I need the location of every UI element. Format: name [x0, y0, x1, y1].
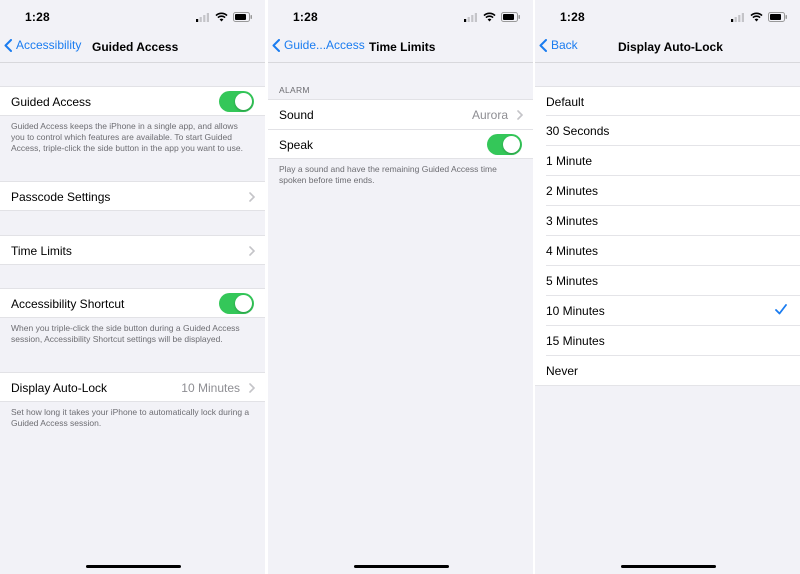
chevron-right-icon [249, 246, 255, 256]
status-bar: 1:28 [535, 0, 800, 30]
passcode-settings-row[interactable]: Passcode Settings [0, 181, 265, 211]
home-indicator [620, 565, 716, 568]
speak-label: Speak [279, 138, 314, 152]
guided-access-screen: 1:28 Accessibility Guided Access Guided … [0, 0, 265, 574]
auto-lock-option-label: 1 Minute [546, 154, 593, 168]
chevron-right-icon [517, 110, 523, 120]
wifi-icon [215, 12, 228, 22]
accessibility-shortcut-row: Accessibility Shortcut [0, 288, 265, 318]
wifi-icon [750, 12, 763, 22]
display-auto-lock-label: Display Auto-Lock [11, 381, 108, 395]
auto-lock-option[interactable]: 10 Minutes [535, 296, 800, 326]
navigation-bar: Accessibility Guided Access [0, 30, 265, 63]
status-bar: 1:28 [0, 0, 265, 30]
signal-icon [731, 12, 744, 22]
status-time: 1:28 [560, 10, 585, 24]
auto-lock-option-label: Never [546, 364, 579, 378]
auto-lock-option[interactable]: 4 Minutes [535, 236, 800, 266]
back-chevron-icon [539, 38, 547, 52]
auto-lock-option[interactable]: Default [535, 86, 800, 116]
back-label: Back [551, 38, 578, 52]
display-auto-lock-row[interactable]: Display Auto-Lock 10 Minutes [0, 372, 265, 402]
auto-lock-option-label: 4 Minutes [546, 244, 599, 258]
back-button-guided-access[interactable]: Guide...Access [272, 38, 365, 52]
home-indicator [85, 565, 181, 568]
back-label: Accessibility [16, 38, 82, 52]
guided-access-footer: Guided Access keeps the iPhone in a sing… [11, 121, 243, 153]
navigation-bar: Back Display Auto-Lock [535, 30, 800, 63]
signal-icon [464, 12, 477, 22]
signal-icon [196, 12, 209, 22]
battery-icon [233, 12, 252, 22]
auto-lock-footer: Set how long it takes your iPhone to aut… [11, 407, 250, 428]
auto-lock-option[interactable]: 30 Seconds [535, 116, 800, 146]
speak-footer: Play a sound and have the remaining Guid… [279, 164, 497, 185]
guided-access-label: Guided Access [11, 95, 92, 109]
display-auto-lock-screen: 1:28 Back Display Auto-Lock Default 30 Se… [535, 0, 800, 574]
auto-lock-option[interactable]: 3 Minutes [535, 206, 800, 236]
section-header-alarm: ALARM [279, 85, 310, 95]
auto-lock-option-label: Default [546, 95, 585, 109]
auto-lock-option[interactable]: 2 Minutes [535, 176, 800, 206]
checkmark-icon [775, 304, 787, 315]
chevron-right-icon [249, 383, 255, 393]
battery-icon [501, 12, 520, 22]
back-chevron-icon [272, 38, 280, 52]
accessibility-shortcut-toggle[interactable] [219, 293, 254, 314]
accessibility-shortcut-label: Accessibility Shortcut [11, 297, 125, 311]
status-time: 1:28 [25, 10, 50, 24]
shortcut-footer: When you triple-click the side button du… [11, 323, 240, 344]
display-auto-lock-value: 10 Minutes [181, 381, 240, 395]
speak-toggle[interactable] [487, 134, 522, 155]
wifi-icon [483, 12, 496, 22]
sound-label: Sound [279, 108, 314, 122]
sound-row[interactable]: Sound Aurora [268, 99, 533, 129]
time-limits-label: Time Limits [11, 244, 72, 258]
auto-lock-option-label: 3 Minutes [546, 214, 599, 228]
auto-lock-option-label: 5 Minutes [546, 274, 599, 288]
sound-value: Aurora [471, 108, 508, 122]
auto-lock-option[interactable]: 15 Minutes [535, 326, 800, 356]
battery-icon [768, 12, 787, 22]
auto-lock-option-label: 2 Minutes [546, 184, 599, 198]
page-title: Time Limits [369, 40, 436, 54]
time-limits-screen: 1:28 Guide...Access Time Limits ALARM So… [268, 0, 533, 574]
home-indicator [353, 565, 449, 568]
guided-access-row: Guided Access [0, 86, 265, 116]
back-chevron-icon [4, 38, 12, 52]
navigation-bar: Guide...Access Time Limits [268, 30, 533, 63]
status-time: 1:28 [293, 10, 318, 24]
auto-lock-option-label: 10 Minutes [546, 304, 605, 318]
back-label: Guide...Access [284, 38, 365, 52]
guided-access-toggle[interactable] [219, 91, 254, 112]
back-button-accessibility[interactable]: Accessibility [4, 38, 81, 52]
auto-lock-option[interactable]: Never [535, 356, 800, 386]
auto-lock-option[interactable]: 5 Minutes [535, 266, 800, 296]
chevron-right-icon [249, 192, 255, 202]
auto-lock-option-label: 15 Minutes [546, 334, 605, 348]
page-title: Display Auto-Lock [618, 40, 723, 54]
back-button[interactable]: Back [539, 38, 578, 52]
page-title: Guided Access [92, 40, 179, 54]
passcode-settings-label: Passcode Settings [11, 190, 111, 204]
time-limits-row[interactable]: Time Limits [0, 235, 265, 265]
auto-lock-option[interactable]: 1 Minute [535, 146, 800, 176]
status-bar: 1:28 [268, 0, 533, 30]
speak-row: Speak [268, 129, 533, 159]
auto-lock-option-label: 30 Seconds [546, 124, 610, 138]
